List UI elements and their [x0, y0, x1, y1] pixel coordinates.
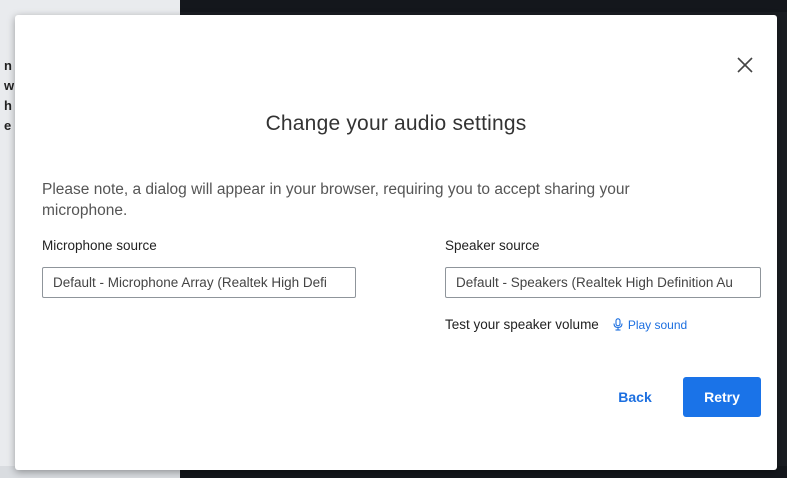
- speaker-test-label: Test your speaker volume: [445, 317, 599, 332]
- background-text: n: [4, 58, 12, 73]
- close-icon: [737, 57, 753, 73]
- background-text: e: [4, 118, 12, 133]
- speaker-source-select[interactable]: Default - Speakers (Realtek High Definit…: [445, 267, 761, 298]
- microphone-icon: [613, 318, 623, 331]
- play-sound-label: Play sound: [627, 317, 688, 332]
- background-text: w: [4, 78, 15, 93]
- retry-button[interactable]: Retry: [683, 377, 761, 417]
- background-text: h: [4, 98, 12, 113]
- play-sound-link[interactable]: Play sound: [613, 318, 687, 332]
- speaker-test-row: Test your speaker volume Play sound: [445, 317, 687, 332]
- back-button[interactable]: Back: [612, 377, 658, 417]
- speaker-source-label: Speaker source: [445, 238, 540, 253]
- audio-settings-dialog: Change your audio settings Please note, …: [15, 15, 777, 470]
- permission-note: Please note, a dialog will appear in you…: [42, 181, 630, 219]
- close-button[interactable]: [735, 55, 755, 75]
- microphone-source-select[interactable]: Default - Microphone Array (Realtek High…: [42, 267, 356, 298]
- background-topbar: [180, 0, 787, 12]
- microphone-source-label: Microphone source: [42, 238, 157, 253]
- dialog-title: Change your audio settings: [265, 112, 527, 135]
